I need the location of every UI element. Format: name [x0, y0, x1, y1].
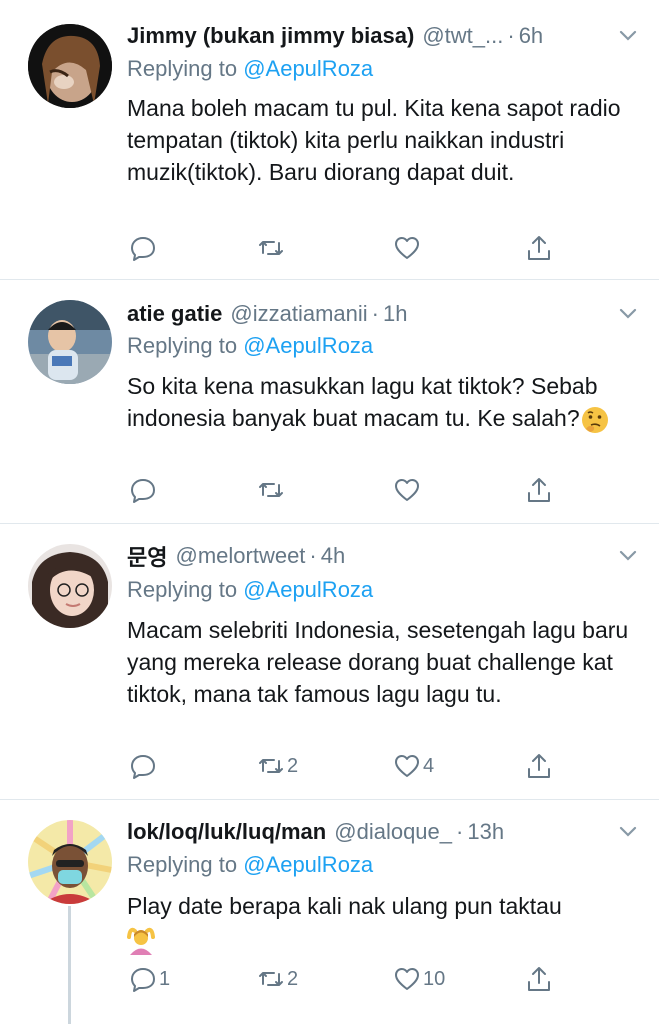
separator-dot: · — [507, 23, 515, 48]
action-bar — [127, 232, 557, 264]
retweet-button[interactable]: 2 — [257, 750, 298, 782]
share-button[interactable] — [525, 963, 553, 995]
chevron-down-icon[interactable] — [617, 24, 639, 46]
user-handle[interactable]: @izzatiamanii — [230, 301, 367, 327]
heart-icon — [395, 755, 419, 777]
tweet[interactable]: 문영 @melortweet · 4h Replying to @AepulRo… — [0, 524, 659, 799]
heart-icon — [395, 237, 419, 259]
chevron-down-icon[interactable] — [617, 302, 639, 324]
retweet-icon — [259, 241, 283, 255]
reply-icon — [131, 479, 155, 503]
like-count: 4 — [423, 754, 435, 777]
heart-icon — [395, 479, 419, 501]
like-button[interactable] — [393, 232, 423, 264]
thinking-face-icon — [581, 406, 608, 433]
like-button[interactable] — [393, 474, 423, 506]
reply-button[interactable] — [129, 474, 159, 506]
retweet-count: 2 — [287, 754, 299, 777]
reply-button[interactable] — [129, 232, 159, 264]
chevron-down-icon[interactable] — [617, 544, 639, 566]
replying-to: Replying to @AepulRoza — [127, 333, 373, 359]
timestamp[interactable]: 13h — [467, 819, 504, 845]
tweet[interactable]: Jimmy (bukan jimmy biasa) @twt_... · 6h … — [0, 0, 659, 279]
share-button[interactable] — [525, 474, 553, 506]
share-icon — [528, 478, 550, 502]
replying-label: Replying to — [127, 852, 238, 877]
share-button[interactable] — [525, 750, 553, 782]
timestamp[interactable]: 1h — [383, 301, 407, 327]
like-button[interactable]: 4 — [393, 750, 434, 782]
retweet-button[interactable] — [257, 474, 287, 506]
user-handle[interactable]: @dialoque_ — [334, 819, 452, 845]
share-icon — [528, 754, 550, 778]
display-name[interactable]: atie gatie — [127, 301, 222, 327]
timestamp[interactable]: 4h — [321, 543, 345, 569]
chevron-down-icon[interactable] — [617, 820, 639, 842]
mention-link[interactable]: @AepulRoza — [243, 333, 373, 358]
thread-line — [68, 906, 71, 1024]
mention-link[interactable]: @AepulRoza — [243, 852, 373, 877]
tweet-text: Macam selebriti Indonesia, sesetengah la… — [127, 617, 629, 707]
retweet-icon — [259, 972, 283, 986]
display-name[interactable]: Jimmy (bukan jimmy biasa) — [127, 23, 414, 49]
action-bar: 2 4 — [127, 750, 557, 782]
retweet-button[interactable] — [257, 232, 287, 264]
timestamp[interactable]: 6h — [519, 23, 543, 49]
share-button[interactable] — [525, 232, 553, 264]
share-icon — [528, 967, 550, 991]
separator-dot: · — [456, 819, 464, 844]
action-bar: 1 2 10 — [127, 963, 557, 995]
avatar[interactable] — [28, 24, 112, 108]
retweet-icon — [259, 759, 283, 773]
reply-button[interactable]: 1 — [129, 963, 170, 995]
display-name[interactable]: 문영 — [127, 540, 167, 572]
share-icon — [528, 236, 550, 260]
avatar[interactable] — [28, 820, 112, 904]
replying-to: Replying to @AepulRoza — [127, 56, 373, 82]
replying-label: Replying to — [127, 577, 238, 602]
reply-icon — [131, 755, 155, 779]
tweet-text: Mana boleh macam tu pul. Kita kena sapot… — [127, 95, 621, 185]
woman-gesturing-ok-icon — [127, 927, 155, 955]
replying-to: Replying to @AepulRoza — [127, 852, 373, 878]
action-bar — [127, 474, 557, 506]
user-handle[interactable]: @twt_... — [422, 23, 503, 49]
tweet-text-content: So kita kena masukkan lagu kat tiktok? S… — [127, 373, 598, 431]
reply-count: 1 — [159, 967, 171, 990]
mention-link[interactable]: @AepulRoza — [243, 577, 373, 602]
retweet-count: 2 — [287, 967, 299, 990]
display-name[interactable]: lok/loq/luk/luq/man — [127, 819, 326, 845]
avatar[interactable] — [28, 300, 112, 384]
tweet[interactable]: lok/loq/luk/luq/man @dialoque_ · 13h Rep… — [0, 800, 659, 1024]
avatar[interactable] — [28, 544, 112, 628]
heart-icon — [395, 968, 419, 990]
retweet-button[interactable]: 2 — [257, 963, 298, 995]
reply-icon — [131, 968, 155, 992]
reply-icon — [131, 237, 155, 261]
retweet-icon — [259, 483, 283, 497]
tweet[interactable]: atie gatie @izzatiamanii · 1h Replying t… — [0, 280, 659, 524]
separator-dot: · — [371, 301, 379, 326]
tweet-text: Play date berapa kali nak ulang pun takt… — [127, 890, 637, 955]
mention-link[interactable]: @AepulRoza — [243, 56, 373, 81]
like-button[interactable]: 10 — [393, 963, 445, 995]
user-handle[interactable]: @melortweet — [175, 543, 305, 569]
tweet-text: So kita kena masukkan lagu kat tiktok? S… — [127, 370, 637, 435]
tweet-text-content: Play date berapa kali nak ulang pun takt… — [127, 893, 562, 919]
separator-dot: · — [309, 543, 317, 568]
replying-label: Replying to — [127, 56, 238, 81]
replying-label: Replying to — [127, 333, 238, 358]
like-count: 10 — [423, 967, 446, 990]
reply-button[interactable] — [129, 750, 159, 782]
replying-to: Replying to @AepulRoza — [127, 577, 373, 603]
